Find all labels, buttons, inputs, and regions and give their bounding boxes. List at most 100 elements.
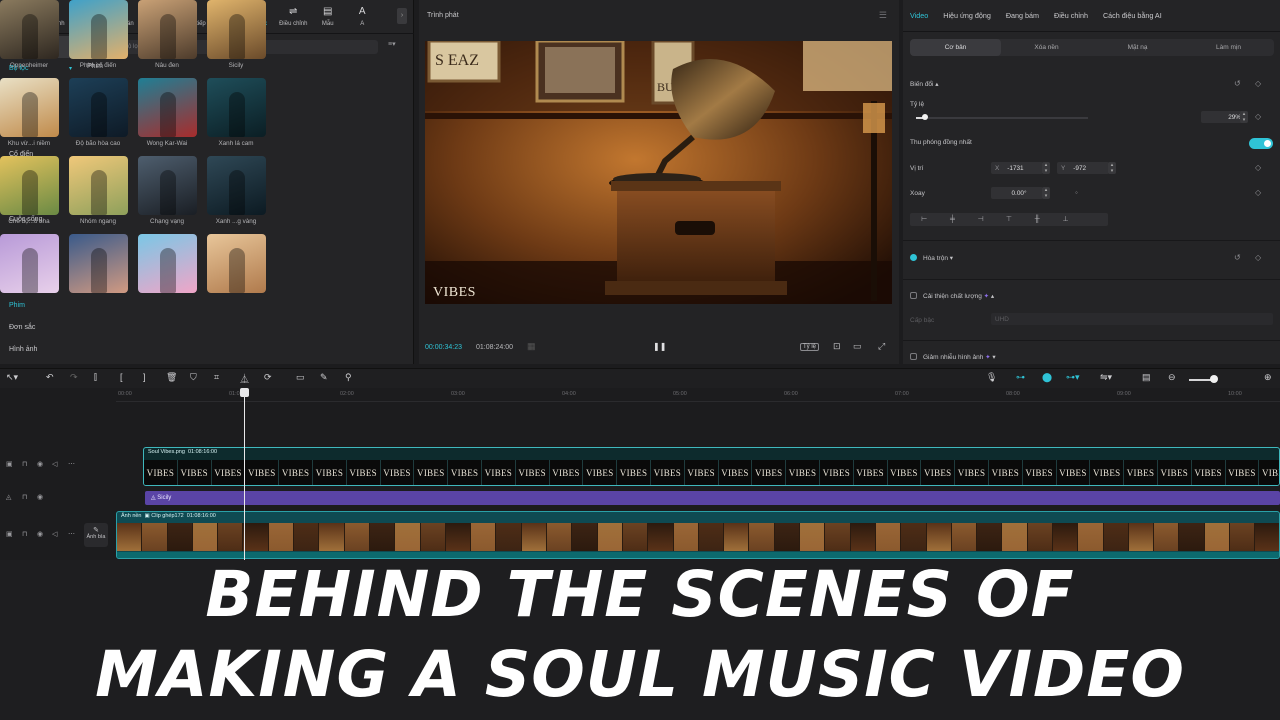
enhance-checkbox[interactable] [910, 292, 917, 299]
link-main-icon[interactable]: ⊶ [1016, 372, 1025, 383]
filter-thumbnail[interactable] [69, 0, 128, 59]
inspector-subtab[interactable]: Mặt nạ [1092, 39, 1183, 56]
filter-thumbnail[interactable] [207, 78, 266, 137]
crop-tool-icon[interactable]: ⌗ [214, 372, 219, 383]
playhead[interactable] [244, 388, 245, 560]
rotate-keyframe-icon[interactable]: ◇ [1255, 188, 1261, 197]
inspector-subtab[interactable]: Cơ bản [910, 39, 1001, 56]
shield-icon[interactable]: ⛉ [190, 372, 197, 383]
rotate-field[interactable]: 0.00° [991, 187, 1043, 199]
zoom-handle[interactable] [1210, 375, 1218, 383]
video-preview[interactable]: S EAZ BUE VIBES [425, 41, 892, 304]
undo-icon[interactable]: ↶ [46, 372, 54, 383]
filter-thumbnail[interactable] [69, 78, 128, 137]
preview-axis-icon[interactable]: ⇋▾ [1100, 372, 1112, 383]
person-icon[interactable]: ⚲ [345, 372, 352, 383]
inspector-tab[interactable]: Cách điệu bằng AI [1103, 11, 1162, 20]
rotate-stepper[interactable]: ▴ ▾ [1042, 187, 1050, 199]
redo-icon[interactable]: ↷ [70, 372, 78, 383]
filter-thumbnail[interactable] [69, 234, 128, 293]
inspector-tab[interactable]: Điều chỉnh [1054, 11, 1088, 20]
inspector-subtab[interactable]: Xóa nền [1001, 39, 1092, 56]
rotate-tool-icon[interactable]: ⟳ [264, 372, 272, 383]
filter-thumbnail[interactable] [138, 234, 197, 293]
lock-icon[interactable]: ⊓ [22, 530, 27, 538]
keyframe-icon[interactable]: ◇ [1255, 79, 1261, 88]
split-icon[interactable]: ⫿ [94, 372, 97, 383]
split-left-icon[interactable]: [ [120, 372, 123, 382]
reset-icon[interactable]: ↺ [1234, 79, 1241, 88]
magnet-icon[interactable]: ⬤ [1042, 372, 1052, 383]
position-y-field[interactable]: Y -972 [1057, 162, 1109, 174]
align-right-icon[interactable]: ⊣ [967, 213, 995, 226]
sidebar-item[interactable]: Phim [0, 295, 78, 317]
lock-icon[interactable]: ⊓ [22, 493, 27, 501]
filter-thumbnail[interactable] [0, 234, 59, 293]
scale-stepper[interactable]: ▴ ▾ [1240, 111, 1248, 123]
inspector-tab[interactable]: Đang bám [1006, 11, 1039, 20]
filter-thumbnail[interactable] [138, 78, 197, 137]
inspector-tab[interactable]: Hiệu ứng động [943, 11, 991, 20]
scale-slider[interactable] [916, 117, 1088, 119]
scale-slider-handle[interactable] [921, 114, 928, 120]
audio-icon[interactable]: ◁ [52, 530, 57, 538]
effect-clip[interactable]: ◬ Sicily [145, 491, 1280, 505]
pause-button[interactable]: ❚❚ [653, 342, 666, 351]
grid-icon[interactable]: ▦ [527, 341, 536, 352]
caption-toggle-icon[interactable]: ▤ [1142, 372, 1151, 383]
overlay-clip[interactable]: Soul Vibes.png 01:08:16:00 VIBES VIBES VIB… [143, 447, 1280, 486]
scale-keyframe-icon[interactable]: ◇ [1255, 112, 1261, 121]
filter-thumbnail[interactable] [0, 0, 59, 59]
blend-checkbox[interactable] [910, 254, 917, 261]
position-keyframe-icon[interactable]: ◇ [1255, 163, 1261, 172]
blend-label[interactable]: Hòa trộn ▾ [923, 254, 953, 262]
sort-filter-icon[interactable]: ≡▾ [388, 40, 396, 48]
split-right-icon[interactable]: ] [143, 372, 146, 382]
enhance-mode-select[interactable]: UHD [991, 313, 1273, 325]
keyframe-tool-icon[interactable]: ▭ [296, 372, 305, 383]
eye-icon[interactable]: ◉ [37, 460, 43, 468]
category-tab[interactable]: AA [345, 6, 380, 27]
blend-keyframe-icon[interactable]: ◇ [1255, 253, 1261, 262]
category-tab[interactable]: ▤ Mẫu [311, 6, 346, 27]
scale-field[interactable]: 29% [1201, 111, 1245, 123]
fullscreen-icon[interactable]: ⤢ [878, 341, 885, 352]
sidebar-item[interactable]: Hình ảnh [0, 338, 78, 360]
align-left-icon[interactable]: ⊢ [910, 213, 938, 226]
delete-icon[interactable]: 🗑 [166, 372, 177, 383]
crop-icon[interactable]: ⊡ [833, 341, 841, 352]
align-top-icon[interactable]: ⊤ [995, 213, 1023, 226]
filter-thumbnail[interactable] [138, 156, 197, 215]
align-bottom-icon[interactable]: ⊥ [1051, 213, 1079, 226]
mic-icon[interactable]: 🎙 [986, 372, 997, 383]
inspector-subtab[interactable]: Làm mịn [1183, 39, 1274, 56]
audio-icon[interactable]: ◁ [52, 460, 57, 468]
link-icon[interactable]: ⊶▾ [1066, 372, 1080, 383]
lock-icon[interactable]: ⊓ [22, 460, 27, 468]
filter-thumbnail[interactable] [207, 156, 266, 215]
playhead-handle[interactable] [240, 388, 249, 397]
magic-icon[interactable]: ✎ [320, 372, 328, 383]
main-clip[interactable]: Ảnh nền ▣ Clip ghép172 01:08:16:00 [116, 511, 1280, 559]
eye-icon[interactable]: ◉ [37, 530, 43, 538]
aspect-icon[interactable]: ▭ [853, 341, 862, 352]
mirror-icon[interactable]: ⏅ [240, 372, 249, 385]
rotate-dial-icon[interactable]: ◦ [1075, 188, 1078, 197]
align-center-icon[interactable]: ╪ [938, 213, 966, 226]
denoise-checkbox[interactable] [910, 353, 917, 360]
align-extra-icon[interactable] [1080, 213, 1108, 226]
filter-thumbnail[interactable] [207, 234, 266, 293]
timeline-ruler[interactable]: 00:00 01:00 02:00 03:00 04:00 05:00 06:00 07:00… [116, 388, 1280, 402]
align-middle-icon[interactable]: ╫ [1023, 213, 1051, 226]
ratio-button[interactable]: Tỷ lệ [800, 343, 820, 351]
transform-label[interactable]: Biến đổi ▴ [910, 80, 939, 88]
eye-icon[interactable]: ◉ [37, 493, 43, 501]
cover-button[interactable]: ✎ Ảnh bìa [84, 523, 108, 547]
fit-icon[interactable]: ⊕ [1264, 372, 1272, 383]
sidebar-item[interactable]: Đơn sắc [0, 317, 78, 339]
inspector-tab[interactable]: Video [910, 11, 928, 20]
select-tool-icon[interactable]: ↖▾ [6, 372, 18, 383]
more-icon[interactable]: ⋯ [68, 460, 75, 468]
category-tab[interactable]: ⇌ Điều chỉnh [276, 6, 311, 27]
more-icon[interactable]: ⋯ [68, 530, 75, 538]
